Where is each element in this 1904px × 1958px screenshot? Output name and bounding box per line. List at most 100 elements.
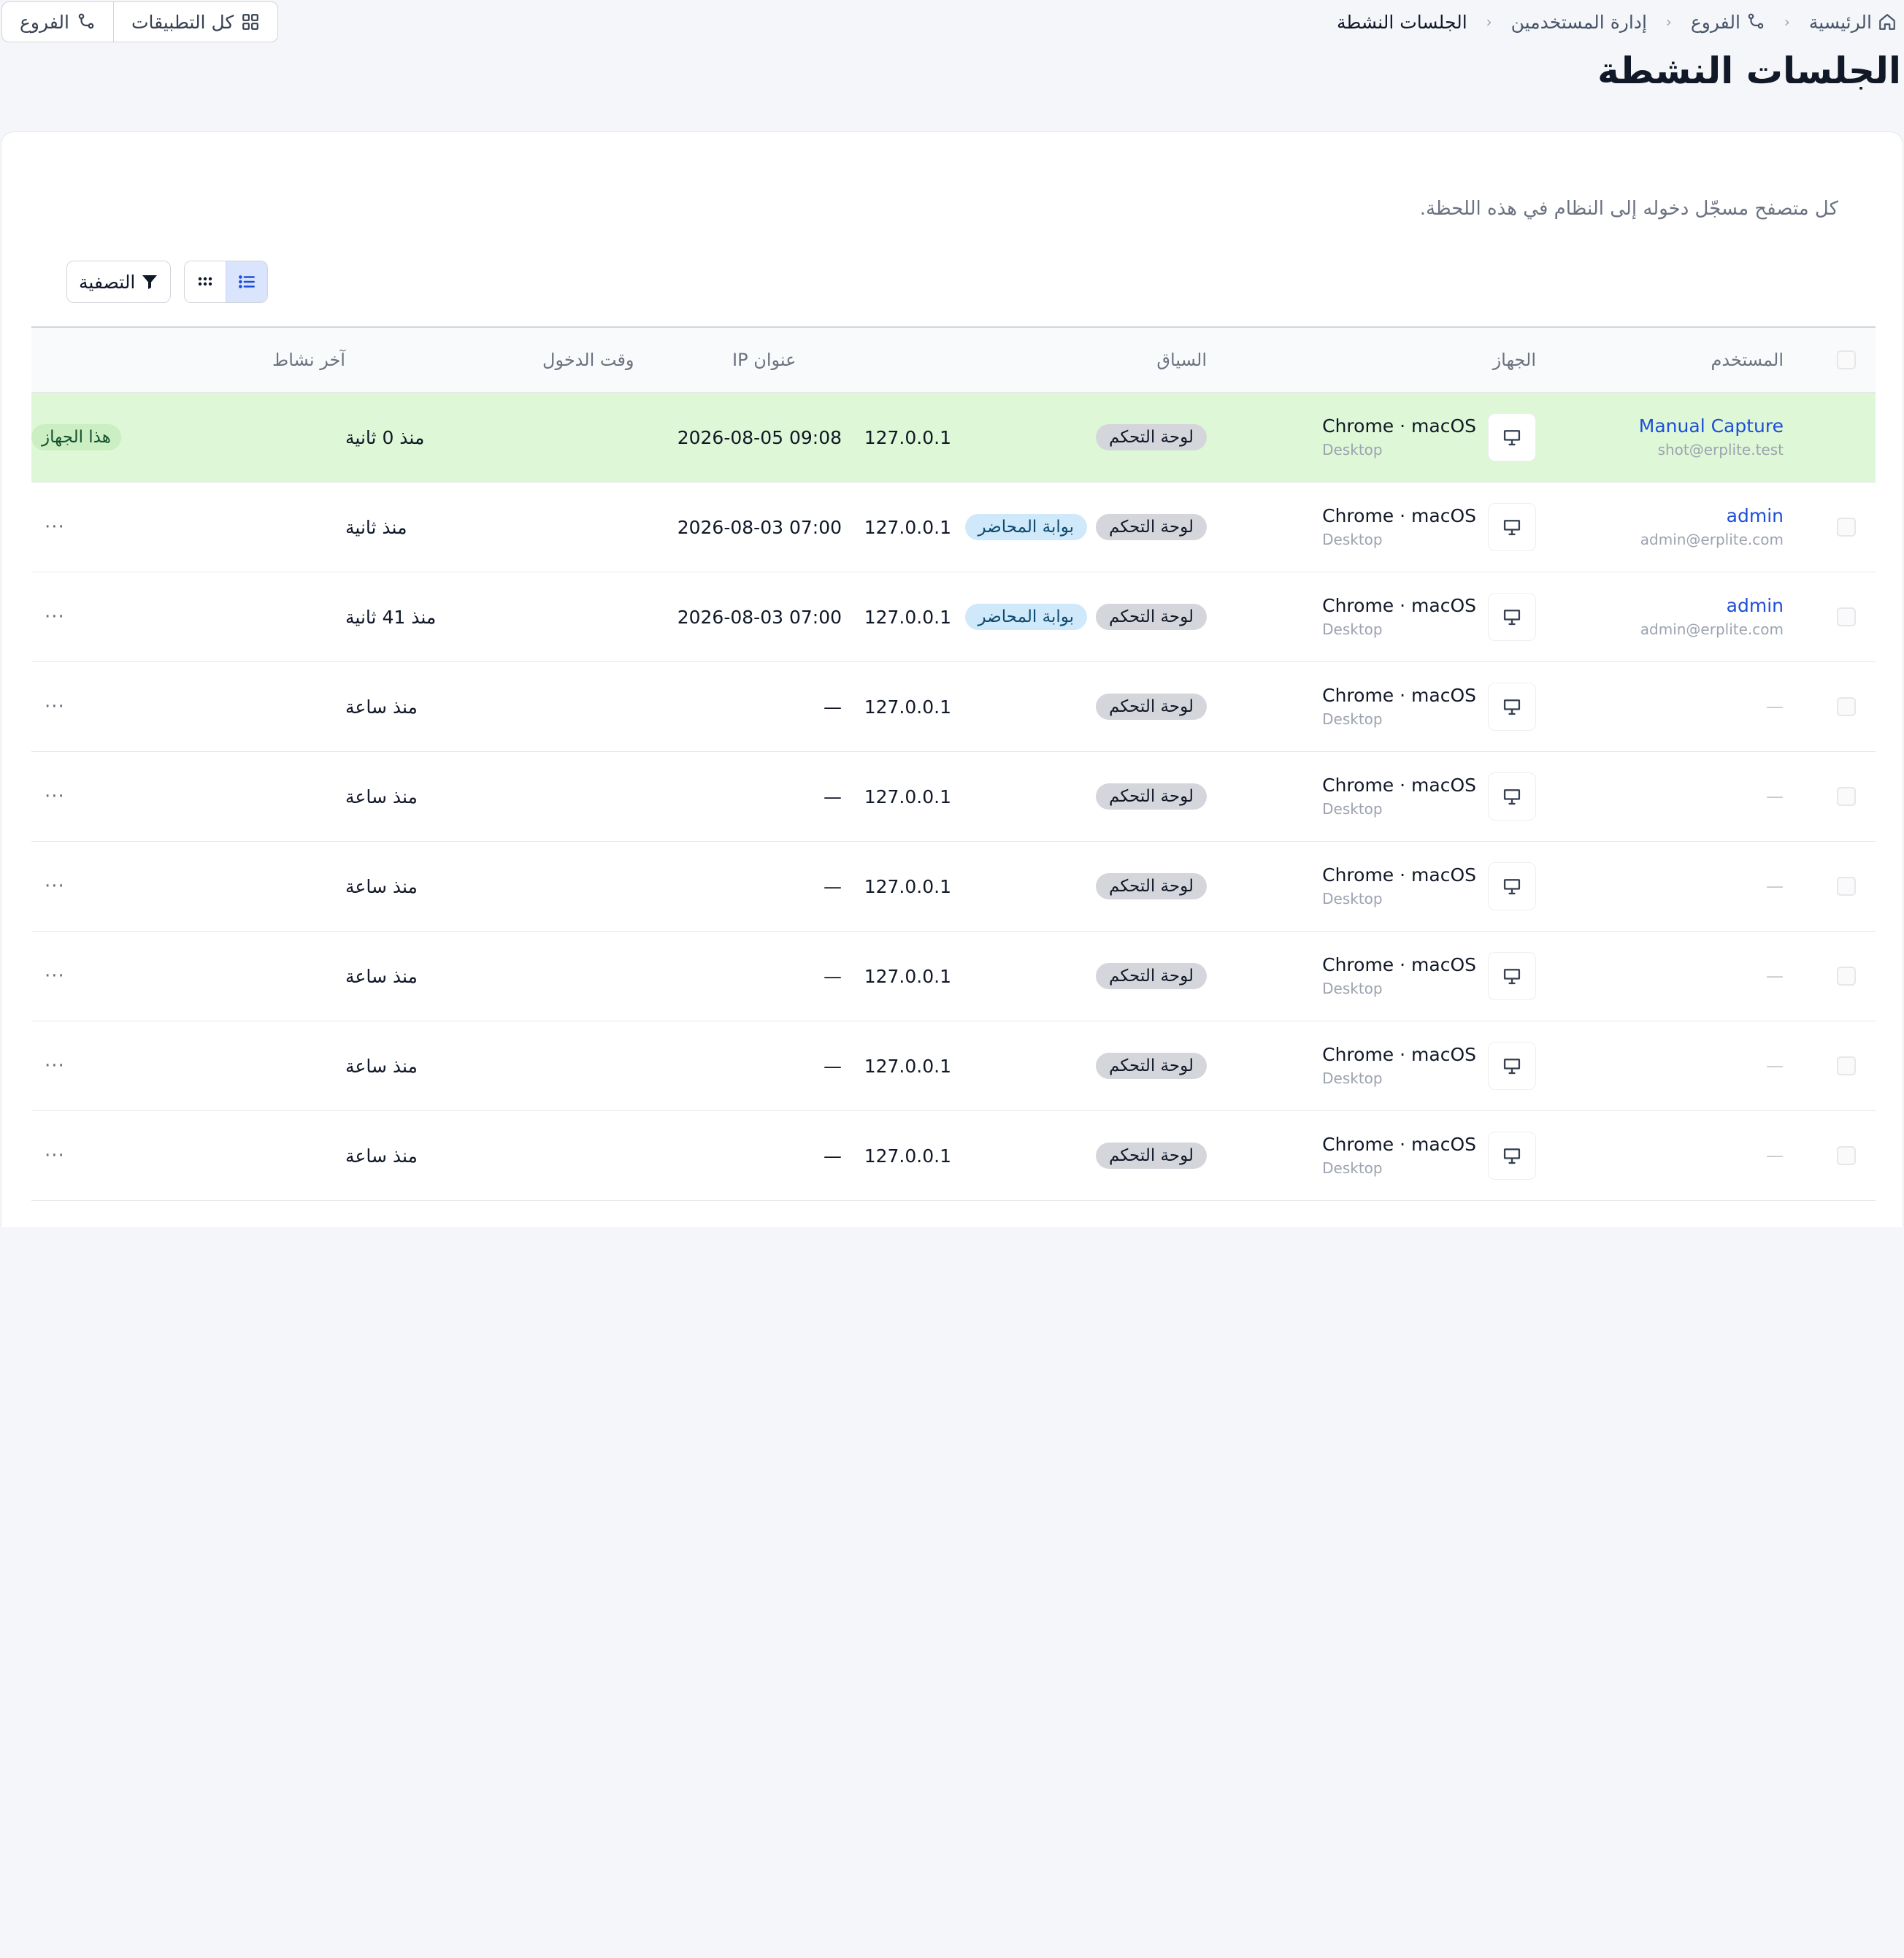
user-empty: — xyxy=(1766,966,1784,986)
row-checkbox[interactable] xyxy=(1837,787,1856,806)
branches-button[interactable]: الفروع xyxy=(2,2,113,42)
context-badge: لوحة التحكم xyxy=(1096,424,1207,450)
breadcrumb-user-management[interactable]: إدارة المستخدمين xyxy=(1511,12,1647,33)
header-last-activity[interactable]: آخر نشاط xyxy=(272,328,564,392)
user-block: Manual Capture shot@erplite.test xyxy=(1639,414,1784,461)
more-actions-icon[interactable]: ··· xyxy=(31,606,65,628)
breadcrumb-branches[interactable]: الفروع xyxy=(1691,12,1765,33)
list-view-button[interactable] xyxy=(226,261,268,302)
login-time-cell: 2026-08-03 07:00 xyxy=(677,606,842,628)
device-cell: Chrome · macOS Desktop xyxy=(1229,572,1536,661)
context-badge: بوابة المحاضر xyxy=(964,604,1088,630)
device-text: Chrome · macOS Desktop xyxy=(1322,863,1476,910)
user-name-link[interactable]: admin xyxy=(1727,594,1784,618)
breadcrumb-home[interactable]: الرئيسية xyxy=(1809,12,1897,33)
grid-icon xyxy=(241,12,260,31)
context-badge: لوحة التحكم xyxy=(1096,783,1207,810)
more-actions-icon[interactable]: ··· xyxy=(31,786,65,807)
breadcrumb-current: الجلسات النشطة xyxy=(1337,12,1467,33)
last-activity-cell: منذ ساعة xyxy=(345,1055,418,1077)
table-row: — Chrome · macOS Desktop لوحة التحكم 127… xyxy=(31,842,1876,932)
context-badges: لوحة التحكم xyxy=(1096,873,1207,899)
device-type: Desktop xyxy=(1322,800,1383,818)
context-badges: لوحة التحكم xyxy=(1096,963,1207,989)
chevron-left-icon: ‹ xyxy=(1665,13,1672,31)
last-activity-cell: منذ ساعة xyxy=(345,965,418,987)
context-badge: لوحة التحكم xyxy=(1096,694,1207,720)
row-checkbox[interactable] xyxy=(1837,607,1856,626)
table-row: Manual Capture shot@erplite.test Chrome … xyxy=(31,393,1876,483)
login-time-cell: — xyxy=(824,696,842,718)
table-row: — Chrome · macOS Desktop لوحة التحكم 127… xyxy=(31,932,1876,1021)
context-badges: لوحة التحكم xyxy=(1096,424,1207,450)
table-row: — Chrome · macOS Desktop لوحة التحكم 127… xyxy=(31,1111,1876,1201)
breadcrumb: الرئيسية ‹ الفروع ‹ إدارة المستخدمين ‹ ا… xyxy=(1337,6,1897,38)
device-info: Chrome · macOS Desktop xyxy=(1322,862,1536,910)
context-badge: لوحة التحكم xyxy=(1096,604,1207,630)
context-badge: لوحة التحكم xyxy=(1096,1053,1207,1079)
last-activity-cell: منذ ساعة xyxy=(345,786,418,807)
more-actions-icon[interactable]: ··· xyxy=(31,875,65,897)
table-toolbar: التصفية xyxy=(66,261,269,303)
more-actions-icon[interactable]: ··· xyxy=(31,1055,65,1077)
header-device[interactable]: الجهاز xyxy=(1229,328,1536,392)
device-text: Chrome · macOS Desktop xyxy=(1322,773,1476,820)
user-empty: — xyxy=(1766,1056,1784,1076)
view-toggle xyxy=(184,261,269,303)
grid-view-button[interactable] xyxy=(185,261,226,302)
top-actions: الفروع كل التطبيقات xyxy=(1,1,279,42)
device-text: Chrome · macOS Desktop xyxy=(1322,1043,1476,1089)
row-checkbox-cell xyxy=(1837,393,1856,482)
context-badge: بوابة المحاضر xyxy=(964,514,1088,540)
device-cell: Chrome · macOS Desktop xyxy=(1229,842,1536,931)
branch-icon xyxy=(77,12,96,31)
monitor-icon xyxy=(1488,593,1536,641)
row-actions-cell: ··· xyxy=(31,662,119,751)
device-text: Chrome · macOS Desktop xyxy=(1322,953,1476,999)
device-browser-os: Chrome · macOS xyxy=(1322,954,1476,975)
more-actions-icon[interactable]: ··· xyxy=(31,696,65,718)
row-checkbox[interactable] xyxy=(1837,1056,1856,1075)
row-checkbox[interactable] xyxy=(1837,697,1856,716)
user-name-link[interactable]: Manual Capture xyxy=(1639,414,1784,439)
context-badges: لوحة التحكم بوابة المحاضر xyxy=(964,604,1207,630)
user-email: admin@erplite.com xyxy=(1640,531,1784,548)
user-name-link[interactable]: admin xyxy=(1727,504,1784,529)
row-actions-cell: ··· xyxy=(31,483,119,572)
row-checkbox[interactable] xyxy=(1837,518,1856,537)
last-activity-cell: منذ ساعة xyxy=(345,1145,418,1167)
context-badges: لوحة التحكم بوابة المحاضر xyxy=(964,514,1207,540)
filter-icon xyxy=(141,273,158,291)
page-description: كل متصفح مسجّل دخوله إلى النظام في هذه ا… xyxy=(1419,198,1838,220)
device-browser-os: Chrome · macOS xyxy=(1322,1044,1476,1065)
row-checkbox[interactable] xyxy=(1837,967,1856,986)
list-icon xyxy=(237,272,256,291)
user-empty: — xyxy=(1766,786,1784,807)
row-checkbox-cell xyxy=(1837,572,1856,661)
breadcrumb-user-management-label: إدارة المستخدمين xyxy=(1510,11,1647,33)
context-badge: لوحة التحكم xyxy=(1096,873,1207,899)
all-apps-button[interactable]: كل التطبيقات xyxy=(113,2,277,42)
last-activity-cell: منذ ساعة xyxy=(345,696,418,718)
row-checkbox[interactable] xyxy=(1837,877,1856,896)
header-login-time[interactable]: وقت الدخول xyxy=(542,328,842,392)
device-info: Chrome · macOS Desktop xyxy=(1322,593,1536,641)
row-checkbox-cell xyxy=(1837,483,1856,572)
user-email: shot@erplite.test xyxy=(1657,441,1784,458)
more-actions-icon[interactable]: ··· xyxy=(31,965,65,987)
row-checkbox-cell xyxy=(1837,932,1856,1021)
select-all-checkbox[interactable] xyxy=(1837,350,1856,369)
login-time-cell: — xyxy=(824,786,842,807)
last-activity-cell: منذ ثانية xyxy=(345,516,407,538)
context-badges: لوحة التحكم xyxy=(1096,1053,1207,1079)
dots-grid-icon xyxy=(196,273,214,291)
row-checkbox[interactable] xyxy=(1837,1146,1856,1165)
row-checkbox-cell xyxy=(1837,842,1856,931)
monitor-icon xyxy=(1488,862,1536,910)
more-actions-icon[interactable]: ··· xyxy=(31,516,65,538)
login-time-cell: — xyxy=(824,1145,842,1167)
filter-button[interactable]: التصفية xyxy=(66,261,172,303)
user-email: admin@erplite.com xyxy=(1640,621,1784,638)
more-actions-icon[interactable]: ··· xyxy=(31,1145,65,1167)
device-type: Desktop xyxy=(1322,441,1383,458)
